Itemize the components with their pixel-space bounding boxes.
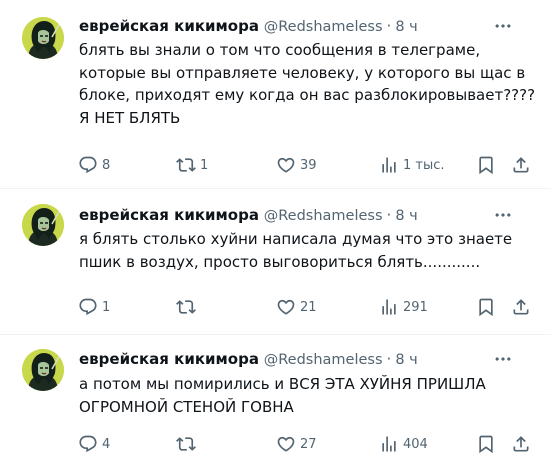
views-button[interactable]: 404 (379, 432, 428, 456)
share-button[interactable] (511, 153, 531, 177)
like-count: 21 (300, 299, 317, 315)
reply-count: 8 (102, 157, 111, 173)
views-icon (379, 297, 399, 317)
reply-button[interactable]: 4 (78, 432, 110, 456)
retweet-count: 1 (200, 157, 209, 173)
views-icon (379, 434, 399, 454)
views-button[interactable]: 291 (379, 295, 428, 319)
reply-button[interactable]: 8 (78, 153, 110, 177)
reply-button[interactable]: 1 (78, 295, 110, 319)
tweet-text: я блять столько хуйни написала думая что… (79, 230, 513, 271)
avatar-image (22, 349, 64, 391)
author-name[interactable]: еврейская кикимора (79, 206, 259, 224)
reply-icon (78, 434, 98, 454)
tweet-actions: 4 27 404 (0, 432, 551, 456)
separator-dot: · (386, 206, 392, 224)
share-icon (511, 155, 531, 175)
reply-icon (78, 155, 98, 175)
avatar-image (22, 204, 64, 246)
retweet-icon (176, 155, 196, 175)
bookmark-button[interactable] (476, 295, 496, 319)
retweet-button[interactable]: 1 (176, 153, 208, 177)
like-count: 39 (300, 157, 317, 173)
more-icon[interactable] (493, 16, 513, 36)
tweet[interactable]: еврейская кикимора @Redshameless · 8 ч бля… (0, 0, 551, 189)
like-button[interactable]: 27 (276, 432, 317, 456)
retweet-button[interactable] (176, 432, 200, 456)
avatar[interactable] (22, 349, 64, 391)
retweet-icon (176, 297, 196, 317)
author-name[interactable]: еврейская кикимора (79, 350, 259, 368)
like-button[interactable]: 39 (276, 153, 317, 177)
bookmark-button[interactable] (476, 153, 496, 177)
tweet-actions: 1 21 291 (0, 295, 551, 319)
more-icon[interactable] (493, 205, 513, 225)
heart-icon (276, 155, 296, 175)
heart-icon (276, 297, 296, 317)
separator-dot: · (386, 17, 392, 35)
more-icon[interactable] (493, 349, 513, 369)
tweet-text: а потом мы помирились и ВСЯ ЭТА ХУЙНЯ ПР… (79, 375, 486, 416)
reply-icon (78, 297, 98, 317)
tweet[interactable]: еврейская кикимора @Redshameless · 8 ч а п… (0, 334, 551, 474)
timestamp[interactable]: 8 ч (395, 19, 417, 35)
separator-dot: · (386, 350, 392, 368)
views-count: 1 тыс. (403, 157, 445, 173)
retweet-button[interactable] (176, 295, 200, 319)
views-button[interactable]: 1 тыс. (379, 153, 445, 177)
reply-count: 1 (102, 299, 111, 315)
retweet-icon (176, 434, 196, 454)
bookmark-icon (476, 297, 496, 317)
author-name[interactable]: еврейская кикимора (79, 17, 259, 35)
views-count: 404 (403, 436, 428, 452)
share-button[interactable] (511, 295, 531, 319)
like-count: 27 (300, 436, 317, 452)
tweet[interactable]: еврейская кикимора @Redshameless · 8 ч я б… (0, 188, 551, 335)
bookmark-icon (476, 155, 496, 175)
author-handle[interactable]: @Redshameless (264, 208, 383, 224)
share-icon (511, 297, 531, 317)
timestamp[interactable]: 8 ч (395, 352, 417, 368)
bookmark-button[interactable] (476, 432, 496, 456)
avatar[interactable] (22, 204, 64, 246)
share-icon (511, 434, 531, 454)
avatar[interactable] (22, 17, 64, 59)
bookmark-icon (476, 434, 496, 454)
share-button[interactable] (511, 432, 531, 456)
author-handle[interactable]: @Redshameless (264, 352, 383, 368)
author-handle[interactable]: @Redshameless (264, 19, 383, 35)
tweet-text: блять вы знали о том что сообщения в тел… (79, 41, 536, 127)
like-button[interactable]: 21 (276, 295, 317, 319)
tweet-header: еврейская кикимора @Redshameless · 8 ч (79, 205, 531, 225)
tweet-actions: 8 1 39 1 тыс. (0, 153, 551, 177)
reply-count: 4 (102, 436, 111, 452)
views-icon (379, 155, 399, 175)
timestamp[interactable]: 8 ч (395, 208, 417, 224)
avatar-image (22, 17, 64, 59)
views-count: 291 (403, 299, 428, 315)
tweet-header: еврейская кикимора @Redshameless · 8 ч (79, 349, 531, 369)
tweet-header: еврейская кикимора @Redshameless · 8 ч (79, 16, 531, 36)
heart-icon (276, 434, 296, 454)
